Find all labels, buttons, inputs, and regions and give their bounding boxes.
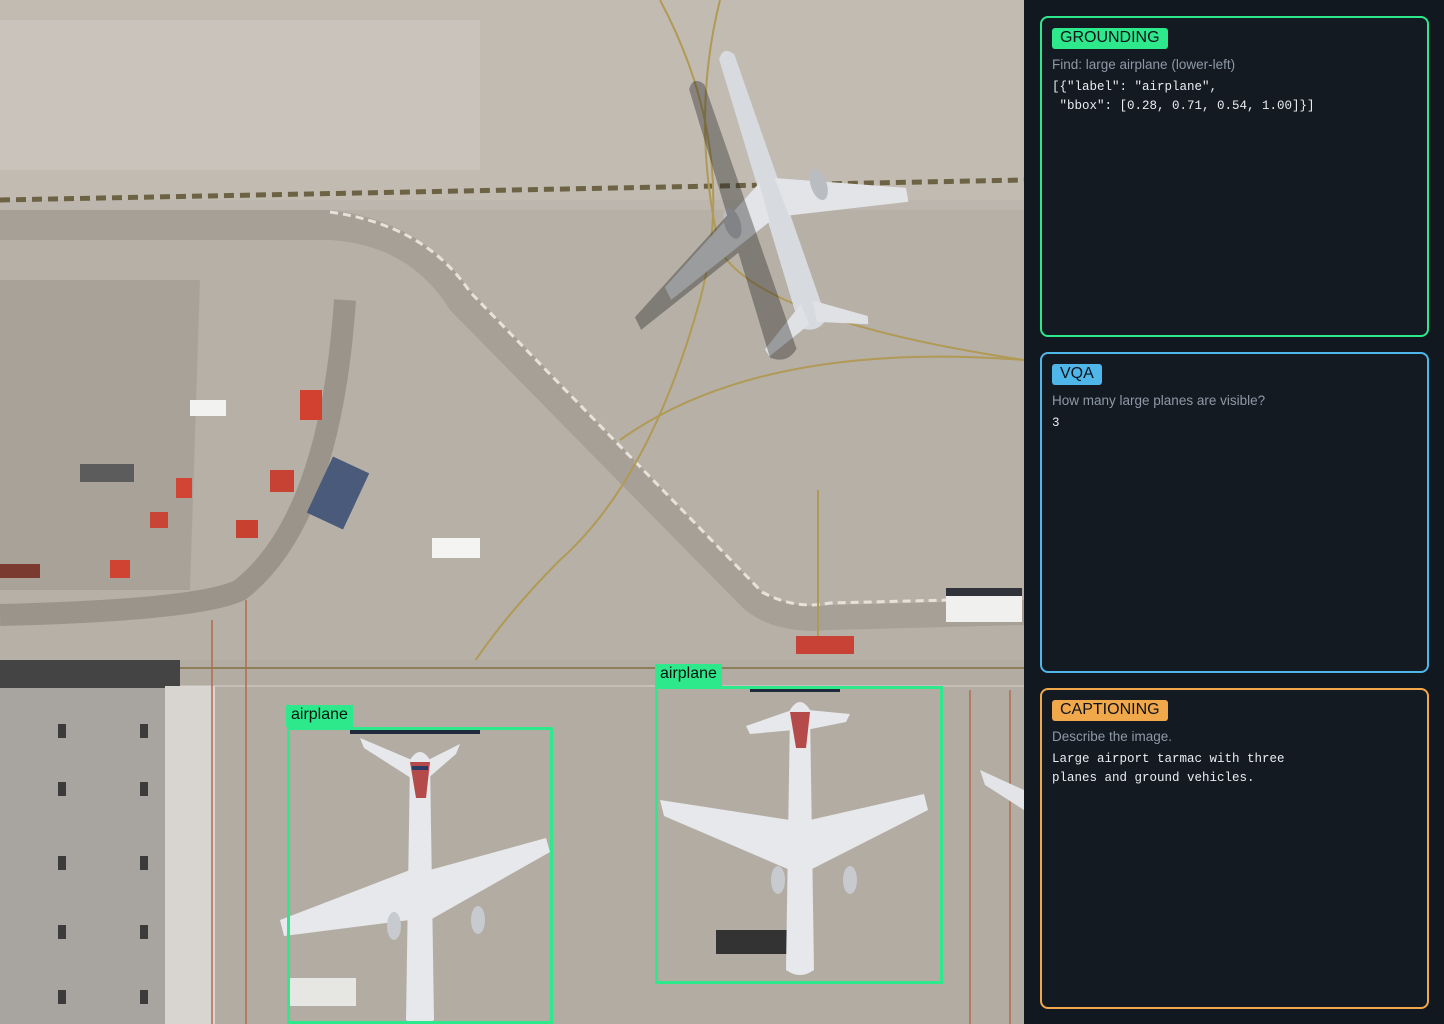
grounding-prompt: Find: large airplane (lower-left) [1052, 57, 1236, 72]
vqa-tag: VQA [1052, 364, 1102, 385]
detection-label: airplane [655, 664, 722, 686]
captioning-answer: Large airport tarmac with three planes a… [1052, 752, 1285, 785]
vqa-prompt: How many large planes are visible? [1052, 393, 1266, 408]
detection-label: airplane [286, 705, 353, 727]
grounding-answer: [{"label": "airplane", "bbox": [0.28, 0.… [1052, 80, 1315, 113]
captioning-card: CAPTIONING Describe the image. Large air… [1040, 688, 1429, 1009]
grounding-tag: GROUNDING [1052, 28, 1168, 49]
results-panel: GROUNDING Find: large airplane (lower-le… [1024, 0, 1444, 1024]
grounding-card: GROUNDING Find: large airplane (lower-le… [1040, 16, 1429, 337]
vqa-answer: 3 [1052, 416, 1060, 430]
captioning-prompt: Describe the image. [1052, 729, 1173, 744]
detection-box-airplane-right [655, 686, 943, 984]
detection-box-airplane-left [287, 727, 553, 1024]
captioning-tag: CAPTIONING [1052, 700, 1168, 721]
vqa-card: VQA How many large planes are visible? 3 [1040, 352, 1429, 673]
aerial-image: airplane airplane [0, 0, 1024, 1024]
